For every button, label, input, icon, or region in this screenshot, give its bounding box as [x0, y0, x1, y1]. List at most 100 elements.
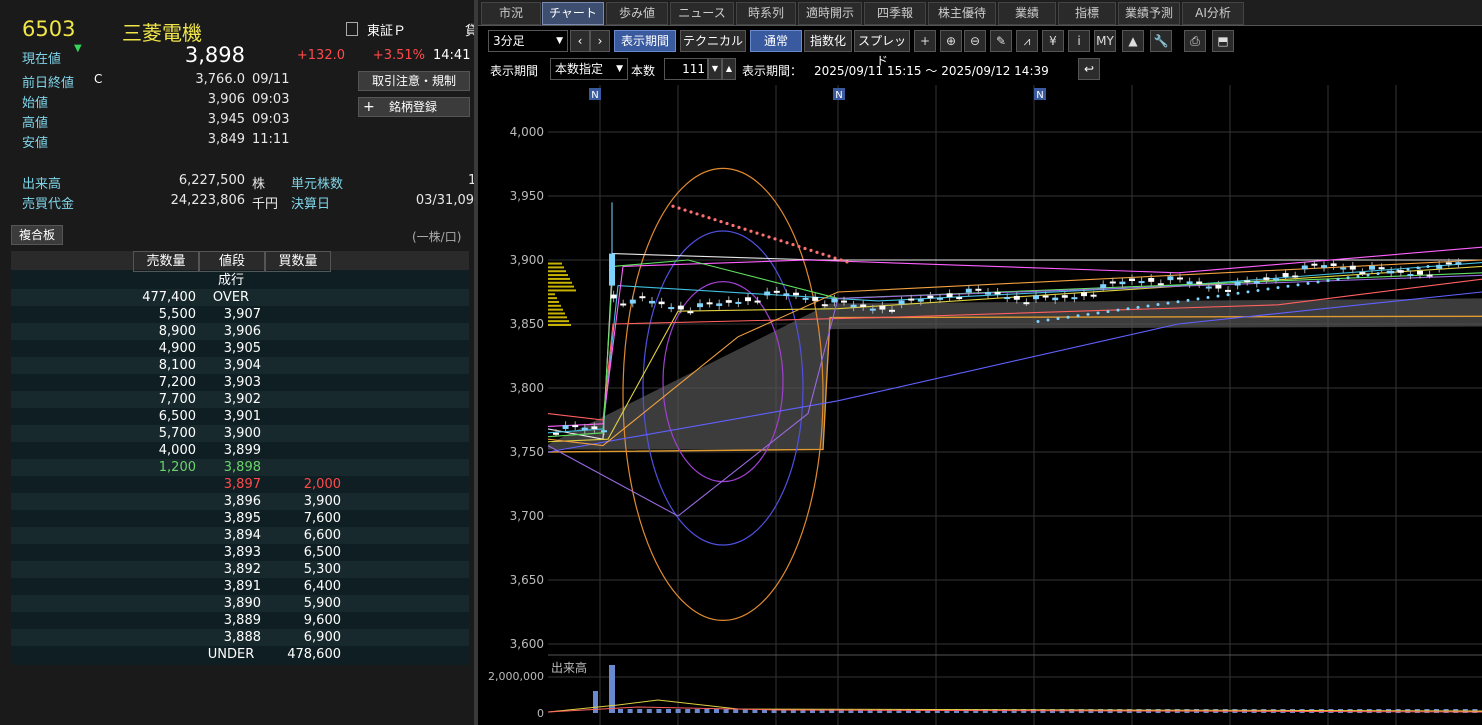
- order-book-row[interactable]: 7,200 3,903: [11, 374, 469, 391]
- candle: [745, 297, 751, 302]
- order-book-row[interactable]: 5,500 3,907: [11, 306, 469, 323]
- sar-dot: [1336, 277, 1340, 281]
- tab-2[interactable]: 歩み値: [606, 2, 668, 25]
- candle: [610, 294, 617, 299]
- technical-button[interactable]: テクニカル: [680, 30, 746, 52]
- order-book-row[interactable]: 5,700 3,900: [11, 425, 469, 442]
- count-input[interactable]: 111: [664, 58, 708, 80]
- line-tool-icon[interactable]: ⩘: [1016, 30, 1038, 52]
- tab-1[interactable]: チャート: [542, 2, 604, 25]
- period-button[interactable]: 表示期間: [614, 30, 676, 52]
- tab-9[interactable]: 指標: [1058, 2, 1116, 25]
- order-book-row[interactable]: 3,891 6,400: [11, 578, 469, 595]
- sar-dot: [1066, 315, 1070, 319]
- sar-dot: [785, 241, 789, 245]
- candle: [1253, 281, 1260, 284]
- tab-6[interactable]: 四季報: [864, 2, 926, 25]
- candle: [1061, 295, 1068, 298]
- order-book-row[interactable]: 3,895 7,600: [11, 510, 469, 527]
- trade-caution-button[interactable]: 取引注意・規制: [358, 71, 470, 91]
- pencil-icon[interactable]: ✎: [990, 30, 1012, 52]
- order-book-row[interactable]: 8,100 3,904: [11, 357, 469, 374]
- order-book-row[interactable]: 4,000 3,899: [11, 442, 469, 459]
- buy-qty-cell: 5,300: [303, 562, 341, 577]
- prev-button[interactable]: ‹: [570, 30, 590, 52]
- price-cell: 3,899: [223, 443, 261, 458]
- tab-8[interactable]: 業績: [998, 2, 1056, 25]
- order-book-row[interactable]: 4,900 3,905: [11, 340, 469, 357]
- sar-dot: [1306, 281, 1310, 285]
- zoom-in-icon[interactable]: ⊕: [940, 30, 962, 52]
- range-value: 2025/09/11 15:15 ～ 2025/09/12 14:39: [814, 64, 1049, 78]
- order-book-row[interactable]: 3,894 6,600: [11, 527, 469, 544]
- register-stock-button[interactable]: + 銘柄登録: [358, 97, 470, 117]
- tab-4[interactable]: 時系列: [736, 2, 796, 25]
- tab-10[interactable]: 業績予測: [1118, 2, 1180, 25]
- candle: [1407, 274, 1414, 277]
- order-book-row[interactable]: 3,897 2,000: [11, 476, 469, 493]
- candle: [898, 300, 905, 305]
- interval-select[interactable]: 3分足 ▼: [488, 30, 568, 52]
- candle: [1071, 297, 1078, 300]
- candle: [1455, 262, 1462, 265]
- wrench-icon[interactable]: 🔧: [1150, 30, 1172, 52]
- order-book-row[interactable]: 3,893 6,500: [11, 544, 469, 561]
- info-icon[interactable]: i: [1068, 30, 1090, 52]
- candle: [735, 301, 742, 304]
- price-cell: 3,895: [223, 511, 261, 526]
- period-mode-select[interactable]: 本数指定 ▼: [550, 58, 628, 80]
- crosshair-icon[interactable]: +: [914, 30, 936, 52]
- sar-dot: [737, 225, 741, 229]
- tab-3[interactable]: ニュース: [670, 2, 734, 25]
- print-icon[interactable]: ⎙: [1184, 30, 1206, 52]
- normal-button[interactable]: 通常: [750, 30, 802, 52]
- buy-qty-cell: 6,400: [303, 579, 341, 594]
- order-book-row[interactable]: 3,889 9,600: [11, 612, 469, 629]
- tab-0[interactable]: 市況: [481, 2, 541, 25]
- candle: [725, 300, 732, 303]
- price-chart[interactable]: 4,000 3,950 3,900 3,850 3,800 3,750 3,700 3,650…: [478, 85, 1482, 725]
- sell-qty-cell: 5,700: [158, 426, 196, 441]
- yen-icon[interactable]: ¥: [1042, 30, 1064, 52]
- order-book-row[interactable]: 8,900 3,906: [11, 323, 469, 340]
- tab-7[interactable]: 株主優待: [928, 2, 996, 25]
- order-book-row[interactable]: 7,700 3,902: [11, 391, 469, 408]
- order-book-row[interactable]: 477,400 OVER: [11, 289, 469, 306]
- order-book-row[interactable]: 3,888 6,900: [11, 629, 469, 646]
- zoom-out-icon[interactable]: ⊖: [964, 30, 986, 52]
- count-down-icon[interactable]: ▼: [708, 58, 722, 80]
- order-book-row[interactable]: 3,890 5,900: [11, 595, 469, 612]
- order-book-row[interactable]: 1,200 3,898: [11, 459, 469, 476]
- candle: [572, 425, 579, 428]
- order-book-row[interactable]: 3,892 5,300: [11, 561, 469, 578]
- order-book-row[interactable]: UNDER 478,600: [11, 646, 469, 663]
- volume-profile-bar: [548, 316, 567, 319]
- my-icon[interactable]: MY: [1094, 30, 1116, 52]
- count-up-icon[interactable]: ▲: [722, 58, 736, 80]
- mountain-icon[interactable]: ▲: [1122, 30, 1144, 52]
- spread-button[interactable]: スプレッド: [854, 30, 910, 68]
- tab-5[interactable]: 適時開示: [798, 2, 862, 25]
- candle: [1330, 263, 1337, 266]
- sar-dot: [821, 252, 825, 256]
- order-book-row[interactable]: 6,500 3,901: [11, 408, 469, 425]
- volume-profile-bar: [548, 266, 564, 269]
- price-cell: 3,888: [223, 630, 261, 645]
- composite-board-button[interactable]: 複合板: [11, 225, 63, 245]
- export-icon[interactable]: ⬒: [1212, 30, 1234, 52]
- tab-11[interactable]: AI分析: [1182, 2, 1244, 25]
- sell-qty-cell: 6,500: [158, 409, 196, 424]
- document-icon[interactable]: [346, 22, 358, 36]
- order-book-row[interactable]: 3,896 3,900: [11, 493, 469, 510]
- candle: [1081, 292, 1087, 297]
- candle: [764, 291, 771, 296]
- y-tick-label: 3,950: [510, 189, 544, 203]
- index-button[interactable]: 指数化: [804, 30, 852, 52]
- order-book-row[interactable]: 成行: [11, 272, 469, 289]
- candle: [1157, 283, 1164, 286]
- stock-name[interactable]: 三菱電機: [122, 17, 202, 46]
- candle: [553, 432, 559, 435]
- volume-bar: [675, 709, 681, 713]
- return-icon[interactable]: ↩: [1078, 58, 1100, 80]
- next-button[interactable]: ›: [590, 30, 610, 52]
